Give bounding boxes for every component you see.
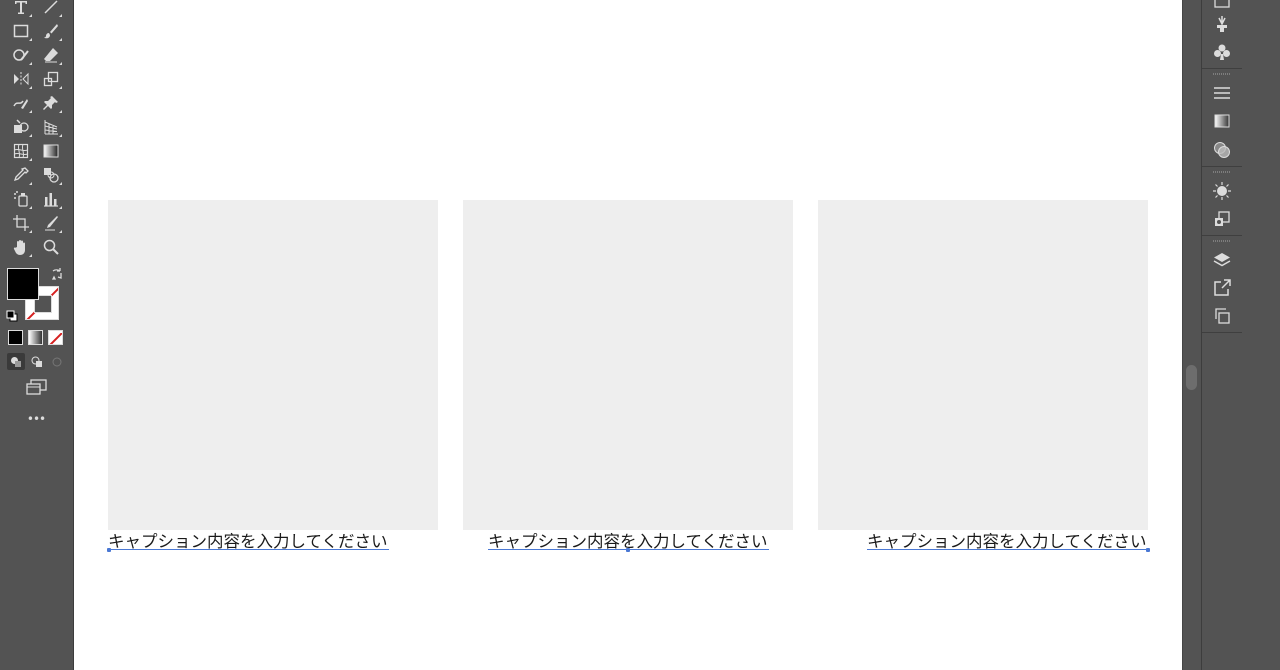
color-mode-button[interactable]	[8, 330, 23, 345]
eyedropper-tool-icon[interactable]	[10, 164, 32, 186]
shape-builder-tool-icon[interactable]	[10, 116, 32, 138]
artboard-canvas[interactable]: キャプション内容を入力してください キャプション内容を入力してください キャプシ…	[74, 0, 1182, 670]
mesh-tool-icon[interactable]	[10, 140, 32, 162]
slice-tool-icon[interactable]	[40, 212, 62, 234]
gradient-mode-button[interactable]	[28, 330, 43, 345]
artboard-tool-icon[interactable]	[10, 212, 32, 234]
panel-dock-empty	[1242, 0, 1280, 670]
blend-tool-icon[interactable]	[40, 164, 62, 186]
type-tool-icon[interactable]	[10, 0, 32, 18]
panel-dock	[1201, 0, 1243, 670]
image-placeholder[interactable]	[108, 200, 438, 530]
screen-mode-icon[interactable]	[25, 378, 49, 396]
asset-export-icon[interactable]	[1210, 276, 1234, 300]
panel-separator	[1202, 332, 1242, 333]
line-segment-tool-icon[interactable]	[40, 0, 62, 18]
panel-separator	[1202, 68, 1242, 69]
draw-behind-icon[interactable]	[28, 353, 46, 370]
gradient-tool-icon[interactable]	[40, 140, 62, 162]
paintbrush-tool-icon[interactable]	[40, 20, 62, 42]
column-graph-tool-icon[interactable]	[40, 188, 62, 210]
caption-text[interactable]: キャプション内容を入力してください	[867, 531, 1150, 553]
text-anchor-point[interactable]	[1146, 548, 1150, 552]
reflect-tool-icon[interactable]	[10, 68, 32, 90]
layers-icon[interactable]	[1210, 248, 1234, 272]
gradient-icon[interactable]	[1210, 109, 1234, 133]
panel-separator	[1202, 166, 1242, 167]
panel-group-grip[interactable]	[1213, 171, 1231, 173]
text-baseline	[108, 549, 389, 550]
draw-normal-icon[interactable]	[7, 353, 25, 370]
symbol-sprayer-tool-icon[interactable]	[10, 188, 32, 210]
brushes-icon[interactable]	[1210, 12, 1234, 36]
warp-tool-icon[interactable]	[10, 92, 32, 114]
scrollbar-thumb[interactable]	[1186, 365, 1197, 390]
caption-text[interactable]: キャプション内容を入力してください	[488, 531, 769, 553]
properties-icon[interactable]	[1210, 0, 1234, 12]
graphic-styles-icon[interactable]	[1210, 207, 1234, 231]
appearance-icon[interactable]	[1210, 179, 1234, 203]
panel-group-grip[interactable]	[1213, 73, 1231, 75]
vertical-scrollbar[interactable]	[1182, 0, 1201, 670]
puppet-warp-tool-icon[interactable]	[40, 92, 62, 114]
image-placeholder[interactable]	[463, 200, 793, 530]
none-icon	[49, 332, 62, 344]
default-colors-icon[interactable]	[6, 307, 18, 322]
stroke-icon[interactable]	[1210, 81, 1234, 105]
draw-inside-icon[interactable]	[48, 353, 66, 370]
shaper-tool-icon[interactable]	[10, 44, 32, 66]
panel-group-grip[interactable]	[1213, 240, 1231, 242]
tools-panel: •••	[0, 0, 74, 670]
scale-tool-icon[interactable]	[40, 68, 62, 90]
symbols-icon[interactable]	[1210, 40, 1234, 64]
artboards-icon[interactable]	[1210, 304, 1234, 328]
panel-separator	[1202, 235, 1242, 236]
caption-text[interactable]: キャプション内容を入力してください	[107, 531, 389, 553]
eraser-tool-icon[interactable]	[40, 44, 62, 66]
edit-toolbar-button[interactable]: •••	[22, 410, 50, 428]
image-placeholder[interactable]	[818, 200, 1148, 530]
swap-fill-stroke-icon[interactable]	[50, 266, 64, 280]
hand-tool-icon[interactable]	[10, 236, 32, 258]
transparency-icon[interactable]	[1210, 138, 1234, 162]
zoom-tool-icon[interactable]	[40, 236, 62, 258]
rectangle-tool-icon[interactable]	[10, 20, 32, 42]
text-anchor-point[interactable]	[107, 548, 111, 552]
fill-swatch[interactable]	[7, 268, 39, 300]
text-baseline	[867, 549, 1148, 550]
none-mode-button[interactable]	[48, 330, 63, 345]
text-anchor-point[interactable]	[626, 548, 630, 552]
perspective-grid-tool-icon[interactable]	[40, 116, 62, 138]
